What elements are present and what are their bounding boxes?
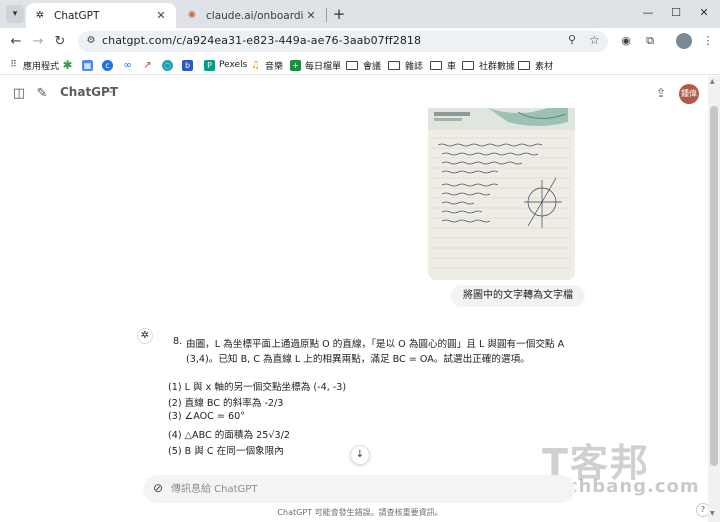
arrow-down-icon: ↓ xyxy=(355,449,365,460)
tab-chatgpt[interactable]: ✲ ChatGPT ✕ xyxy=(26,3,176,28)
sidebar-toggle-icon[interactable]: ◫ xyxy=(11,86,27,102)
tab-search-button[interactable]: ▾ xyxy=(6,5,24,23)
folder-icon xyxy=(462,60,474,70)
b-blue-icon: b xyxy=(182,59,193,71)
tab-title: claude.ai/onboarding xyxy=(206,9,304,22)
question-line-1: 由圖，L 為坐標平面上通過原點 O 的直線，「是以 O 為圓心的圓」且 L 與圓… xyxy=(186,339,565,350)
tab-strip: ▾ ✲ ChatGPT ✕ ✺ claude.ai/onboarding ✕ +… xyxy=(0,0,720,28)
bookmark-7[interactable]: ◌ xyxy=(162,58,177,72)
scroll-up-icon[interactable]: ▲ xyxy=(710,78,715,85)
bookmark-8[interactable]: b xyxy=(182,58,197,72)
bookmark-pexels[interactable]: P Pexels xyxy=(204,58,247,72)
tab-title: ChatGPT xyxy=(54,9,100,22)
bookmark-folder-assets[interactable]: 素材 xyxy=(518,58,553,72)
zoom-icon[interactable]: ⚲ xyxy=(568,33,576,46)
openai-icon: ✲ xyxy=(137,328,153,344)
bookmark-6[interactable]: ↗ xyxy=(142,58,157,72)
message-composer: ⊘ xyxy=(143,475,575,503)
uploaded-image[interactable] xyxy=(428,108,575,280)
new-tab-button[interactable]: + xyxy=(330,5,348,23)
avatar[interactable]: 鍾偉 xyxy=(679,84,699,104)
scroll-to-bottom-button[interactable]: ↓ xyxy=(350,445,370,465)
address-bar[interactable]: ⚙ chatgpt.com/c/a924ea31-e823-449a-ae76-… xyxy=(78,31,608,52)
bookmark-2[interactable]: ✱ xyxy=(62,58,77,72)
new-chat-icon[interactable]: ✎ xyxy=(34,86,50,102)
apps-grid-icon: ⠿ xyxy=(10,60,17,70)
folder-icon xyxy=(518,60,530,70)
bookmark-3[interactable]: ▦ xyxy=(82,58,97,72)
attach-icon[interactable]: ⊘ xyxy=(151,481,165,495)
tab-claude[interactable]: ✺ claude.ai/onboarding ✕ xyxy=(178,3,326,28)
music-icon: ♫ xyxy=(251,59,260,71)
close-icon[interactable]: ✕ xyxy=(154,9,168,22)
minimize-button[interactable]: — xyxy=(638,4,658,22)
chevron-down-icon[interactable]: ⌄ xyxy=(107,86,115,96)
message-input[interactable] xyxy=(171,481,551,497)
back-button[interactable]: ← xyxy=(6,32,26,52)
answer-option-3: (3) ∠AOC = 60° xyxy=(168,411,246,422)
forward-button[interactable]: → xyxy=(28,32,48,52)
bookmark-folder-magazine[interactable]: 雜誌 xyxy=(388,58,423,72)
handwritten-note-image xyxy=(428,108,575,280)
bookmark-apps[interactable]: ⠿ 應用程式 xyxy=(8,58,59,72)
app-header: ◫ ✎ ChatGPT ⌄ ⇪ 鍾偉 xyxy=(0,76,708,112)
close-icon[interactable]: ✕ xyxy=(304,9,318,22)
answer-option-2: (2) 直線 BC 的斜率為 -2/3 xyxy=(168,398,284,409)
bookmark-folder-social[interactable]: 社群數據 xyxy=(462,58,515,72)
bookmark-5[interactable]: ∞ xyxy=(122,58,137,72)
scrollbar-thumb[interactable] xyxy=(710,106,718,466)
url-text[interactable]: chatgpt.com/c/a924ea31-e823-449a-ae76-3a… xyxy=(102,34,421,47)
claude-icon: ✺ xyxy=(187,10,197,21)
window-close-button[interactable]: ✕ xyxy=(694,4,714,22)
bookmarks-bar: ⠿ 應用程式 ✱ ▦ c ∞ ↗ ◌ b P Pexels ♫ 音樂 + 每日檔單 會議… xyxy=(0,55,720,75)
plus-green-icon: + xyxy=(290,59,301,71)
tab-divider xyxy=(326,8,327,22)
bookmark-4[interactable]: c xyxy=(102,58,117,72)
extension-icon[interactable]: ◉ xyxy=(618,33,634,49)
folder-icon xyxy=(430,60,442,70)
chevron-down-icon: ▾ xyxy=(12,9,18,19)
bookmark-folder-meeting[interactable]: 會議 xyxy=(346,58,381,72)
disclaimer-text: ChatGPT 可能會發生錯誤。請查核重要資訊。 xyxy=(277,508,443,517)
answer-option-4: (4) △ABC 的面積為 25√3/2 xyxy=(168,430,290,441)
pexels-icon: P xyxy=(204,59,215,71)
profile-avatar[interactable] xyxy=(676,33,692,49)
star-green-icon: ✱ xyxy=(62,58,73,72)
calendar-icon: ▦ xyxy=(82,59,93,71)
question-number: 8. xyxy=(173,336,183,347)
bookmark-music[interactable]: ♫ 音樂 xyxy=(250,58,283,72)
share-icon[interactable]: ⇪ xyxy=(654,86,668,100)
bookmark-folder-car[interactable]: 車 xyxy=(430,58,456,72)
browser-toolbar: ← → ↻ ⚙ chatgpt.com/c/a924ea31-e823-449a… xyxy=(0,28,720,55)
reload-button[interactable]: ↻ xyxy=(50,32,70,52)
answer-option-1: (1) L 與 x 軸的另一個交點坐標為 (-4, -3) xyxy=(168,382,347,393)
site-info-icon[interactable]: ⚙ xyxy=(84,34,98,48)
page-scrollbar[interactable]: ▲ ▼ xyxy=(708,76,720,522)
maximize-button[interactable]: ☐ xyxy=(666,4,686,22)
folder-icon xyxy=(346,60,358,70)
swirl-icon: ◌ xyxy=(162,59,173,71)
user-message-bubble: 將圖中的文字轉為文字檔 xyxy=(451,285,585,307)
extensions-puzzle-icon[interactable]: ⧉ xyxy=(642,33,658,49)
folder-icon xyxy=(388,60,400,70)
menu-kebab-icon[interactable]: ⋮ xyxy=(700,33,716,49)
bookmark-daily[interactable]: + 每日檔單 xyxy=(290,58,341,72)
question-line-2: (3,4)。已知 B, C 為直線 L 上的相異兩點，滿足 BC = OA。試選… xyxy=(186,354,530,365)
c-blue-icon: c xyxy=(102,59,113,71)
answer-option-5: (5) B 與 C 在同一個象限內 xyxy=(168,446,284,457)
meta-icon: ∞ xyxy=(123,59,132,71)
trend-icon: ↗ xyxy=(143,59,152,71)
openai-icon: ✲ xyxy=(35,10,45,21)
bookmark-star-icon[interactable]: ☆ xyxy=(589,33,600,47)
scroll-down-icon[interactable]: ▼ xyxy=(710,510,715,517)
